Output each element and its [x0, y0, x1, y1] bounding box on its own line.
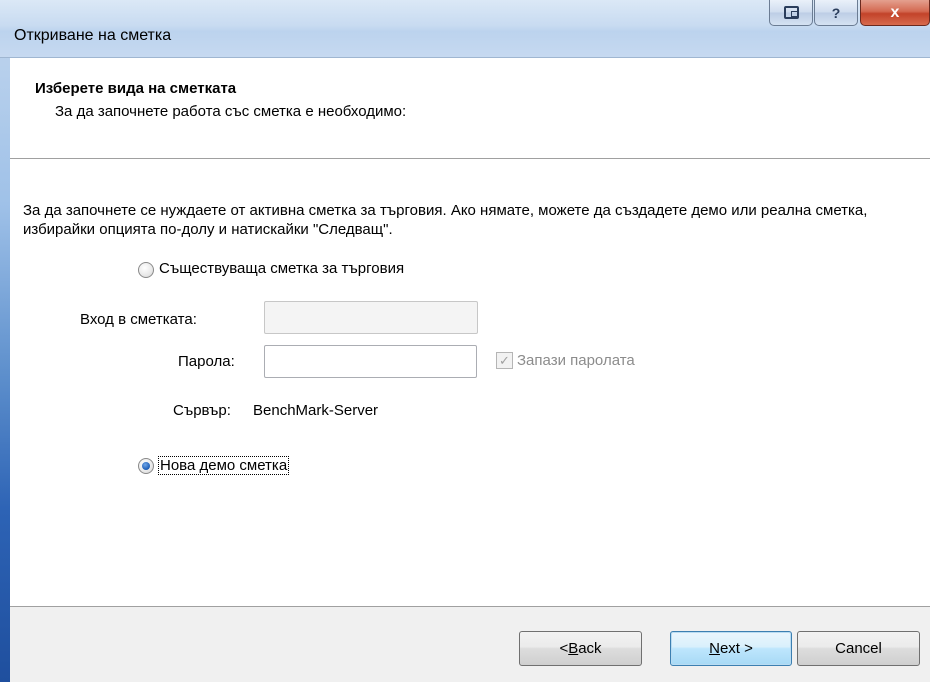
cancel-button-label: Cancel [835, 640, 882, 657]
intro-text: За да започнете се нуждаете от активна с… [23, 202, 868, 238]
checkmark-icon: ✓ [499, 353, 510, 368]
cancel-button[interactable]: Cancel [797, 631, 920, 666]
password-label: Парола: [178, 353, 235, 370]
back-button-prefix: < [559, 640, 569, 657]
next-button[interactable]: Next > [670, 631, 792, 666]
save-password-label[interactable]: Запази паролата [517, 352, 635, 369]
title-bar: Откриване на сметка ? x [0, 0, 930, 58]
wizard-header: Изберете вида на сметката За да започнет… [10, 58, 930, 159]
login-label: Вход в сметката: [80, 311, 197, 328]
next-button-accesskey: N [709, 640, 720, 657]
existing-account-radio[interactable] [138, 262, 154, 278]
password-input[interactable] [264, 345, 477, 378]
server-label: Сървър: [173, 402, 231, 419]
window-title: Откриване на сметка [14, 27, 172, 44]
new-demo-account-label[interactable]: Нова демо сметка [158, 456, 290, 475]
restore-button[interactable] [769, 0, 813, 26]
login-input[interactable] [264, 301, 478, 334]
next-button-rest: ext > [719, 640, 753, 657]
help-button[interactable]: ? [814, 0, 858, 26]
page-heading: Изберете вида на сметката [35, 80, 237, 97]
back-button[interactable]: < Back [519, 631, 642, 666]
restore-icon [783, 6, 799, 19]
wizard-footer: < Back Next > Cancel [10, 606, 930, 682]
window-left-frame [0, 0, 10, 682]
wizard-content: За да започнете се нуждаете от активна с… [10, 159, 930, 606]
back-button-accesskey: B [568, 640, 579, 657]
server-value: BenchMark-Server [253, 402, 379, 419]
save-password-checkbox[interactable]: ✓ [496, 352, 513, 369]
new-demo-account-radio[interactable] [138, 458, 154, 474]
help-icon: ? [831, 4, 841, 21]
close-button[interactable]: x [860, 0, 930, 26]
page-subheading: За да започнете работа със сметка е необ… [55, 103, 407, 120]
existing-account-label[interactable]: Съществуваща сметка за търговия [159, 260, 404, 277]
close-icon: x [890, 3, 900, 21]
back-button-rest: ack [578, 640, 602, 657]
